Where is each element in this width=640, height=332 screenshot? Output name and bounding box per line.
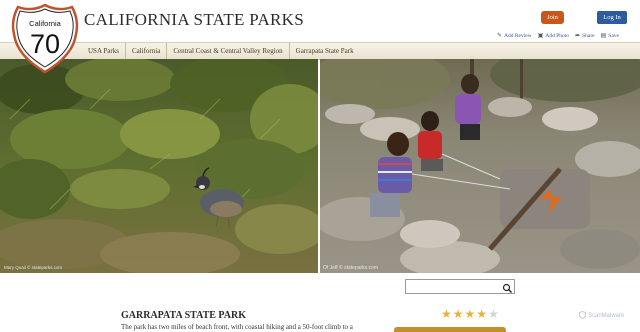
scanmalware-watermark: ScanMalware	[579, 311, 624, 321]
star-icon: ★	[441, 307, 452, 321]
logo-number-text: 70	[30, 29, 60, 59]
search-icon[interactable]	[502, 281, 513, 293]
logo-state-text: California	[29, 19, 62, 28]
nav-usa-parks[interactable]: USA Parks	[82, 43, 126, 59]
logo-shield[interactable]: California 70	[8, 2, 82, 74]
join-button[interactable]: Join	[541, 11, 564, 24]
breadcrumb-nav: USA Parks California Central Coast & Cen…	[0, 42, 640, 60]
save-label: Save	[608, 32, 619, 39]
share-label: Share	[582, 32, 595, 39]
park-description: The park has two miles of beach front, w…	[121, 323, 353, 331]
save-link[interactable]: ▤ Save	[601, 31, 619, 40]
search-input[interactable]	[405, 279, 515, 294]
save-icon: ▤	[600, 33, 607, 39]
pencil-icon: ✎	[497, 33, 503, 39]
page-actions: ✎ Add Review ▣ Add Photo ➦ Share ▤ Save	[497, 31, 619, 40]
site-title[interactable]: CALIFORNIA STATE PARKS	[84, 10, 304, 30]
star-icon: ★	[452, 307, 464, 321]
nav-central-coast[interactable]: Central Coast & Central Valley Region	[167, 43, 290, 59]
site-header: California 70 CALIFORNIA STATE PARKS Joi…	[0, 0, 640, 74]
star-icon: ★	[476, 307, 488, 321]
quail-photo[interactable]: Mary Quail © stateparks.com	[0, 59, 318, 273]
left-photo-caption: Mary Quail © stateparks.com	[4, 264, 62, 270]
campfire-photo[interactable]: Of Jeff © stateparks.com	[320, 59, 640, 273]
park-title: GARRAPATA STATE PARK	[121, 310, 247, 321]
nav-california[interactable]: California	[126, 43, 168, 59]
nav-garrapata[interactable]: Garrapata State Park	[290, 43, 360, 59]
watermark-label: ScanMalware	[588, 313, 625, 319]
login-button[interactable]: Log In	[597, 11, 627, 24]
share-icon: ➦	[575, 33, 581, 39]
add-photo-link[interactable]: ▣ Add Photo	[538, 31, 569, 40]
star-icon: ★	[464, 307, 476, 321]
star-empty-icon: ★	[488, 307, 499, 321]
right-photo-caption: Of Jeff © stateparks.com	[323, 264, 378, 271]
rating-stars[interactable]: ★ ★ ★ ★ ★	[441, 308, 499, 320]
add-review-link[interactable]: ✎ Add Review	[497, 31, 532, 40]
add-photo-label: Add Photo	[545, 32, 570, 39]
shield-icon	[579, 311, 586, 321]
add-review-label: Add Review	[504, 32, 532, 39]
share-link[interactable]: ➦ Share	[575, 31, 595, 40]
camera-icon: ▣	[537, 33, 544, 39]
rating-button[interactable]	[394, 327, 506, 332]
